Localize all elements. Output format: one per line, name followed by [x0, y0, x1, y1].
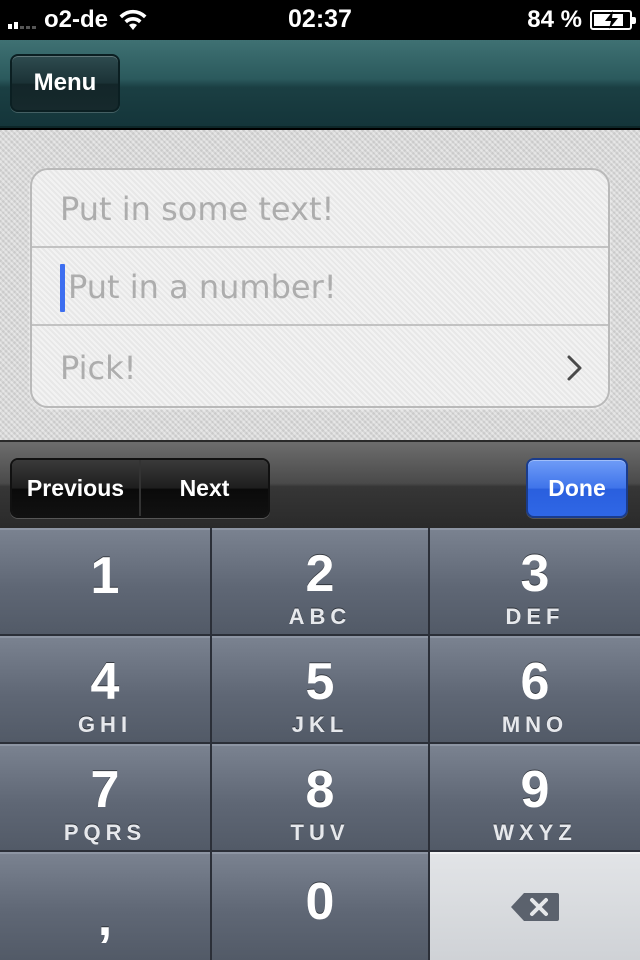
key-letters: PQRS [63, 820, 147, 845]
text-input[interactable] [60, 170, 580, 248]
key-9[interactable]: 9 WXYZ [430, 744, 640, 850]
status-right: 84 % [527, 6, 636, 34]
key-7[interactable]: 7 PQRS [0, 744, 210, 850]
menu-button[interactable]: Menu [10, 54, 120, 112]
key-digit: 0 [305, 873, 335, 931]
key-4[interactable]: 4 GHI [0, 636, 210, 742]
backspace-icon [511, 893, 559, 921]
number-field-row [32, 248, 608, 326]
key-digit: 9 [520, 761, 550, 819]
key-letters: TUV [290, 820, 350, 845]
next-button[interactable]: Next [139, 460, 268, 516]
navigation-bar: Menu [0, 40, 640, 128]
key-letters: DEF [505, 604, 565, 629]
picker-row[interactable]: Pick! [32, 328, 608, 406]
charging-bolt-icon [605, 11, 618, 29]
number-keypad: 1 2 ABC 3 DEF 4 GHI 5 JKL 6 MNO 7 PQRS 8… [0, 528, 640, 960]
key-digit: , [97, 889, 113, 947]
text-cursor [60, 264, 65, 312]
key-letters: JKL [291, 712, 349, 737]
status-bar: o2-de 02:37 84 % [0, 0, 640, 40]
key-digit: 4 [90, 653, 120, 711]
key-letters: GHI [77, 712, 133, 737]
battery-percent: 84 % [527, 6, 582, 33]
form-group: Pick! [30, 168, 610, 408]
key-6[interactable]: 6 MNO [430, 636, 640, 742]
chevron-right-icon [567, 355, 582, 381]
key-digit: 3 [520, 545, 550, 603]
key-digit: 1 [90, 547, 120, 605]
previous-button[interactable]: Previous [12, 460, 139, 516]
number-input[interactable] [68, 248, 588, 326]
key-5[interactable]: 5 JKL [212, 636, 428, 742]
key-1[interactable]: 1 [0, 528, 210, 634]
text-field-row [32, 170, 608, 248]
key-letters: WXYZ [493, 820, 577, 845]
key-digit: 5 [305, 653, 335, 711]
key-comma[interactable]: , [0, 852, 210, 960]
delete-key[interactable] [430, 852, 640, 960]
key-digit: 2 [305, 545, 335, 603]
previous-next-control: Previous Next [10, 458, 270, 518]
done-button[interactable]: Done [526, 458, 628, 518]
picker-label: Pick! [60, 349, 137, 387]
key-letters: ABC [288, 604, 352, 629]
key-digit: 7 [90, 761, 120, 819]
key-digit: 6 [520, 653, 550, 711]
key-letters: MNO [501, 712, 569, 737]
form-content: Pick! [0, 130, 640, 440]
key-2[interactable]: 2 ABC [212, 528, 428, 634]
key-3[interactable]: 3 DEF [430, 528, 640, 634]
battery-charging-icon [590, 10, 636, 30]
key-digit: 8 [305, 761, 335, 819]
keyboard-toolbar: Previous Next Done [0, 440, 640, 528]
key-0[interactable]: 0 [212, 852, 428, 960]
key-8[interactable]: 8 TUV [212, 744, 428, 850]
